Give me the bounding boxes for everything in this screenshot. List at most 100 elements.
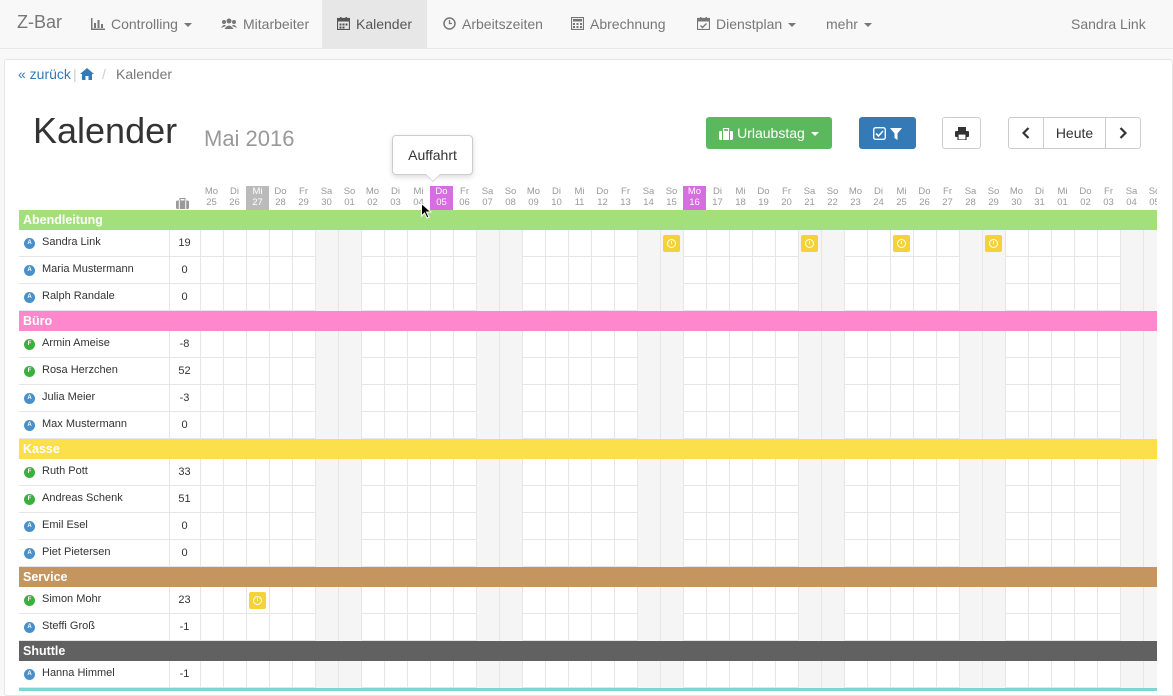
weekend-cell[interactable] <box>959 459 982 486</box>
day-header[interactable]: So05 <box>1143 186 1157 210</box>
weekend-cell[interactable] <box>798 412 821 439</box>
weekend-cell[interactable] <box>959 661 982 688</box>
weekend-cell[interactable] <box>338 385 361 412</box>
day-header[interactable]: Fr 13 <box>614 186 637 210</box>
day-header[interactable]: So 29 <box>982 186 1005 210</box>
weekend-cell[interactable] <box>637 385 660 412</box>
day-header[interactable]: Di 31 <box>1028 186 1051 210</box>
weekend-cell[interactable] <box>499 661 522 688</box>
weekend-cell[interactable] <box>637 331 660 358</box>
day-header[interactable]: Sa 07 <box>476 186 499 210</box>
weekend-cell[interactable] <box>637 486 660 513</box>
day-header[interactable]: Fr 20 <box>775 186 798 210</box>
weekend-cell[interactable] <box>1120 230 1143 257</box>
weekend-cell[interactable] <box>982 486 1005 513</box>
weekend-cell[interactable] <box>821 257 844 284</box>
weekend-cell[interactable] <box>1120 385 1143 412</box>
employee-name[interactable]: Julia Meier <box>42 391 95 403</box>
day-header[interactable]: Do 26 <box>913 186 936 210</box>
weekend-cell[interactable] <box>637 257 660 284</box>
weekend-cell[interactable] <box>315 513 338 540</box>
weekend-cell[interactable] <box>637 513 660 540</box>
weekend-cell[interactable] <box>959 230 982 257</box>
weekend-cell[interactable] <box>637 661 660 688</box>
weekend-cell[interactable] <box>338 331 361 358</box>
nav-controlling[interactable]: Controlling <box>91 0 192 49</box>
weekend-cell[interactable] <box>660 513 683 540</box>
weekend-cell[interactable] <box>959 385 982 412</box>
weekend-cell[interactable] <box>660 614 683 641</box>
filter-button[interactable] <box>859 117 916 149</box>
weekend-cell[interactable] <box>1143 284 1157 311</box>
weekend-cell[interactable] <box>660 331 683 358</box>
nav-mehr[interactable]: mehr <box>826 0 872 49</box>
weekend-cell[interactable] <box>959 331 982 358</box>
weekend-cell[interactable] <box>982 331 1005 358</box>
weekend-cell[interactable] <box>315 331 338 358</box>
vacation-day-button[interactable]: Urlaubstag <box>706 117 832 149</box>
weekend-cell[interactable] <box>798 257 821 284</box>
weekend-cell[interactable] <box>476 331 499 358</box>
weekend-cell[interactable] <box>982 614 1005 641</box>
day-header[interactable]: Mi 11 <box>568 186 591 210</box>
day-header[interactable]: Mo 16 <box>683 186 706 210</box>
weekend-cell[interactable] <box>476 459 499 486</box>
nav-dienstplan[interactable]: Dienstplan <box>696 0 797 49</box>
weekend-cell[interactable] <box>315 614 338 641</box>
day-header[interactable]: Di 26 <box>223 186 246 210</box>
day-header[interactable]: Do 02 <box>1074 186 1097 210</box>
weekend-cell[interactable] <box>1120 331 1143 358</box>
weekend-cell[interactable] <box>499 513 522 540</box>
weekend-cell[interactable] <box>982 385 1005 412</box>
weekend-cell[interactable] <box>959 513 982 540</box>
weekend-cell[interactable] <box>982 412 1005 439</box>
back-link[interactable]: « zurück <box>18 66 71 82</box>
weekend-cell[interactable] <box>315 230 338 257</box>
weekend-cell[interactable] <box>821 459 844 486</box>
shift-event-icon[interactable] <box>893 235 910 252</box>
day-header[interactable]: Fr 27 <box>936 186 959 210</box>
day-header[interactable]: Mo 23 <box>844 186 867 210</box>
employee-name[interactable]: Piet Pietersen <box>42 546 110 558</box>
weekend-cell[interactable] <box>1143 358 1157 385</box>
day-header[interactable]: Di 17 <box>706 186 729 210</box>
weekend-cell[interactable] <box>476 230 499 257</box>
weekend-cell[interactable] <box>798 284 821 311</box>
shift-event-icon[interactable] <box>663 235 680 252</box>
weekend-cell[interactable] <box>1143 385 1157 412</box>
weekend-cell[interactable] <box>476 587 499 614</box>
weekend-cell[interactable] <box>1120 486 1143 513</box>
weekend-cell[interactable] <box>476 614 499 641</box>
weekend-cell[interactable] <box>959 257 982 284</box>
day-header[interactable]: Fr 29 <box>292 186 315 210</box>
employee-name[interactable]: Ruth Pott <box>42 465 88 477</box>
weekend-cell[interactable] <box>982 540 1005 567</box>
weekend-cell[interactable] <box>338 513 361 540</box>
weekend-cell[interactable] <box>1120 587 1143 614</box>
weekend-cell[interactable] <box>821 358 844 385</box>
weekend-cell[interactable] <box>959 358 982 385</box>
weekend-cell[interactable] <box>499 459 522 486</box>
weekend-cell[interactable] <box>499 385 522 412</box>
employee-name[interactable]: Rosa Herzchen <box>42 364 118 376</box>
weekend-cell[interactable] <box>1143 513 1157 540</box>
day-header[interactable]: Fr 06 <box>453 186 476 210</box>
weekend-cell[interactable] <box>660 587 683 614</box>
day-header[interactable]: Di 03 <box>384 186 407 210</box>
weekend-cell[interactable] <box>1143 331 1157 358</box>
day-header[interactable]: So 01 <box>338 186 361 210</box>
employee-name[interactable]: Hanna Himmel <box>42 667 115 679</box>
weekend-cell[interactable] <box>1120 284 1143 311</box>
weekend-cell[interactable] <box>982 661 1005 688</box>
weekend-cell[interactable] <box>959 412 982 439</box>
day-header[interactable]: Do 19 <box>752 186 775 210</box>
weekend-cell[interactable] <box>476 513 499 540</box>
weekend-cell[interactable] <box>821 412 844 439</box>
weekend-cell[interactable] <box>821 587 844 614</box>
day-header[interactable]: Mi 01 <box>1051 186 1074 210</box>
weekend-cell[interactable] <box>798 358 821 385</box>
weekend-cell[interactable] <box>1120 358 1143 385</box>
weekend-cell[interactable] <box>1143 661 1157 688</box>
day-header[interactable]: Mo 25 <box>200 186 223 210</box>
weekend-cell[interactable] <box>1143 614 1157 641</box>
